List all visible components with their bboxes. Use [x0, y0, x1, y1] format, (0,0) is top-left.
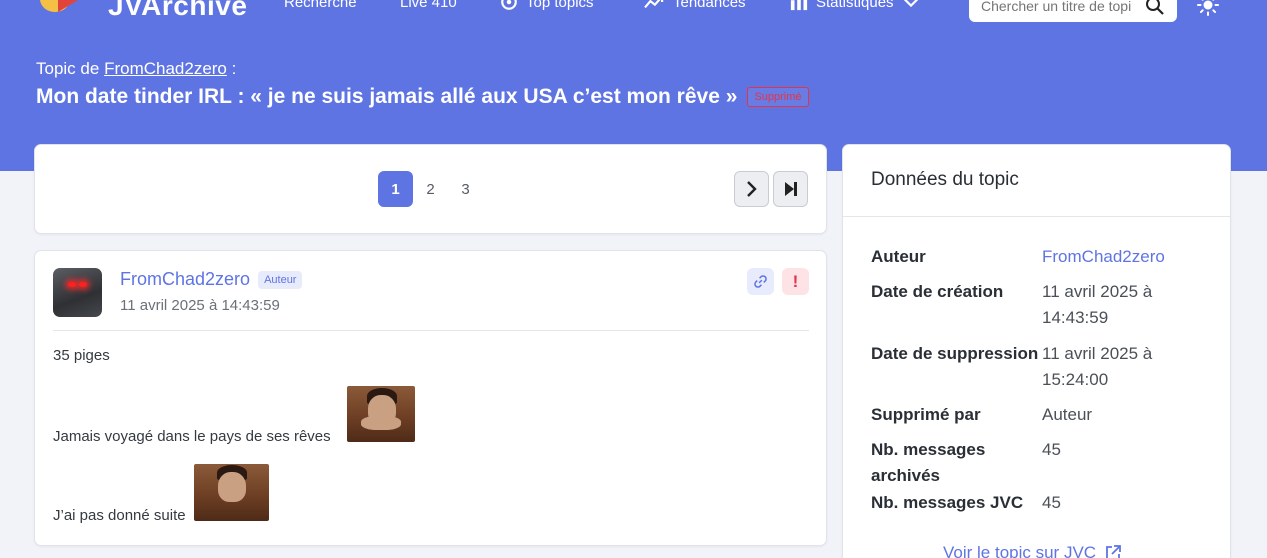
skip-end-icon	[784, 182, 797, 196]
data-row-created: Date de création 11 avril 2025 à 14:43:5…	[871, 279, 1211, 331]
nav-recherche-label: Recherche	[284, 0, 357, 11]
data-value: Auteur	[1042, 405, 1093, 424]
data-value-author-link[interactable]: FromChad2zero	[1042, 244, 1202, 270]
message-line-1: 35 piges	[53, 347, 110, 364]
message-date: 11 avril 2025 à 14:43:59	[120, 297, 280, 314]
sticker-image	[347, 386, 415, 442]
topic-author-link[interactable]: FromChad2zero	[104, 59, 227, 78]
message-author-name[interactable]: FromChad2zero	[120, 269, 250, 290]
nav-statistiques-label: Statistiques	[816, 0, 894, 11]
nav-top-topics[interactable]: Top topics	[500, 0, 594, 12]
message-card: FromChad2zero Auteur 11 avril 2025 à 14:…	[34, 250, 827, 546]
view-on-jvc-label: Voir le topic sur JVC	[943, 543, 1097, 558]
data-value: 45	[1042, 440, 1061, 459]
author-badge: Auteur	[258, 270, 303, 289]
data-key: Auteur	[871, 247, 926, 266]
data-row-deleted: Date de suppression 11 avril 2025 à 15:2…	[871, 341, 1211, 393]
data-key: Nb. messages JVC	[871, 493, 1024, 512]
topic-title-text: Mon date tinder IRL : « je ne suis jamai…	[36, 85, 738, 108]
pagination-card: 1 2 3	[34, 144, 827, 234]
nav-tendances[interactable]: Tendances	[643, 0, 746, 12]
chevron-down-icon	[903, 0, 918, 8]
card-title: Données du topic	[871, 169, 1019, 190]
data-row-author: Auteur FromChad2zero	[871, 244, 1211, 270]
data-key: Supprimé par	[871, 405, 981, 424]
stats-icon	[790, 0, 808, 11]
status-badge: Supprimé	[747, 87, 809, 107]
avatar[interactable]	[53, 268, 102, 317]
exclamation-icon: !	[792, 271, 799, 291]
search-box[interactable]	[969, 0, 1177, 22]
nav-live-label: Live 410	[400, 0, 457, 11]
page-title: Mon date tinder IRL : « je ne suis jamai…	[36, 85, 809, 109]
divider	[53, 330, 809, 331]
permalink-button[interactable]	[747, 268, 774, 295]
message-line-2: Jamais voyagé dans le pays de ses rêves	[53, 428, 331, 445]
nav-live-410[interactable]: Live 410	[400, 0, 457, 12]
message-author: FromChad2zero Auteur	[120, 269, 303, 290]
data-value: 11 avril 2025 à 14:43:59	[1042, 282, 1153, 327]
external-link-icon	[1106, 545, 1121, 558]
message-line-3: J’ai pas donné suite	[53, 507, 186, 524]
search-input[interactable]	[981, 0, 1131, 14]
sticker-image	[194, 464, 269, 521]
report-button[interactable]: !	[782, 268, 809, 295]
nav-statistiques[interactable]: Statistiques	[790, 0, 920, 12]
topic-data-card: Données du topic Auteur FromChad2zero Da…	[842, 144, 1231, 558]
nav-tendances-label: Tendances	[673, 0, 746, 11]
data-value: 11 avril 2025 à 15:24:00	[1042, 344, 1153, 389]
nav-top-topics-label: Top topics	[526, 0, 594, 11]
data-row-deleted-by: Supprimé par Auteur	[871, 402, 1211, 428]
brand[interactable]: JVArchive	[36, 0, 247, 26]
data-row-archived-count: Nb. messages archivés 45	[871, 437, 1211, 489]
page-button-2[interactable]: 2	[413, 171, 448, 207]
topic-by-suffix: :	[231, 59, 237, 78]
link-icon	[754, 275, 767, 288]
sun-icon[interactable]	[1197, 0, 1219, 16]
topic-by-prefix: Topic de	[36, 59, 100, 78]
trend-icon	[644, 0, 664, 9]
page-button-3[interactable]: 3	[448, 171, 483, 207]
search-icon[interactable]	[1145, 0, 1165, 16]
nav-recherche[interactable]: Recherche	[284, 0, 357, 12]
data-key: Date de suppression	[871, 344, 1039, 363]
pagination: 1 2 3	[378, 171, 483, 207]
logo-icon	[36, 0, 98, 26]
topic-author-line: Topic de FromChad2zero :	[36, 59, 236, 79]
data-key: Nb. messages archivés	[871, 440, 986, 485]
last-page-button[interactable]	[773, 171, 808, 207]
next-page-button[interactable]	[734, 171, 769, 207]
data-value: 45	[1042, 493, 1061, 512]
view-on-jvc-link[interactable]: Voir le topic sur JVC	[943, 543, 1122, 558]
top-topics-icon	[501, 0, 517, 10]
page-button-1[interactable]: 1	[378, 171, 413, 207]
data-row-jvc-count: Nb. messages JVC 45	[871, 490, 1211, 516]
divider	[843, 216, 1230, 217]
brand-name: JVArchive	[108, 0, 248, 21]
data-key: Date de création	[871, 282, 1004, 301]
chevron-right-icon	[746, 181, 757, 197]
